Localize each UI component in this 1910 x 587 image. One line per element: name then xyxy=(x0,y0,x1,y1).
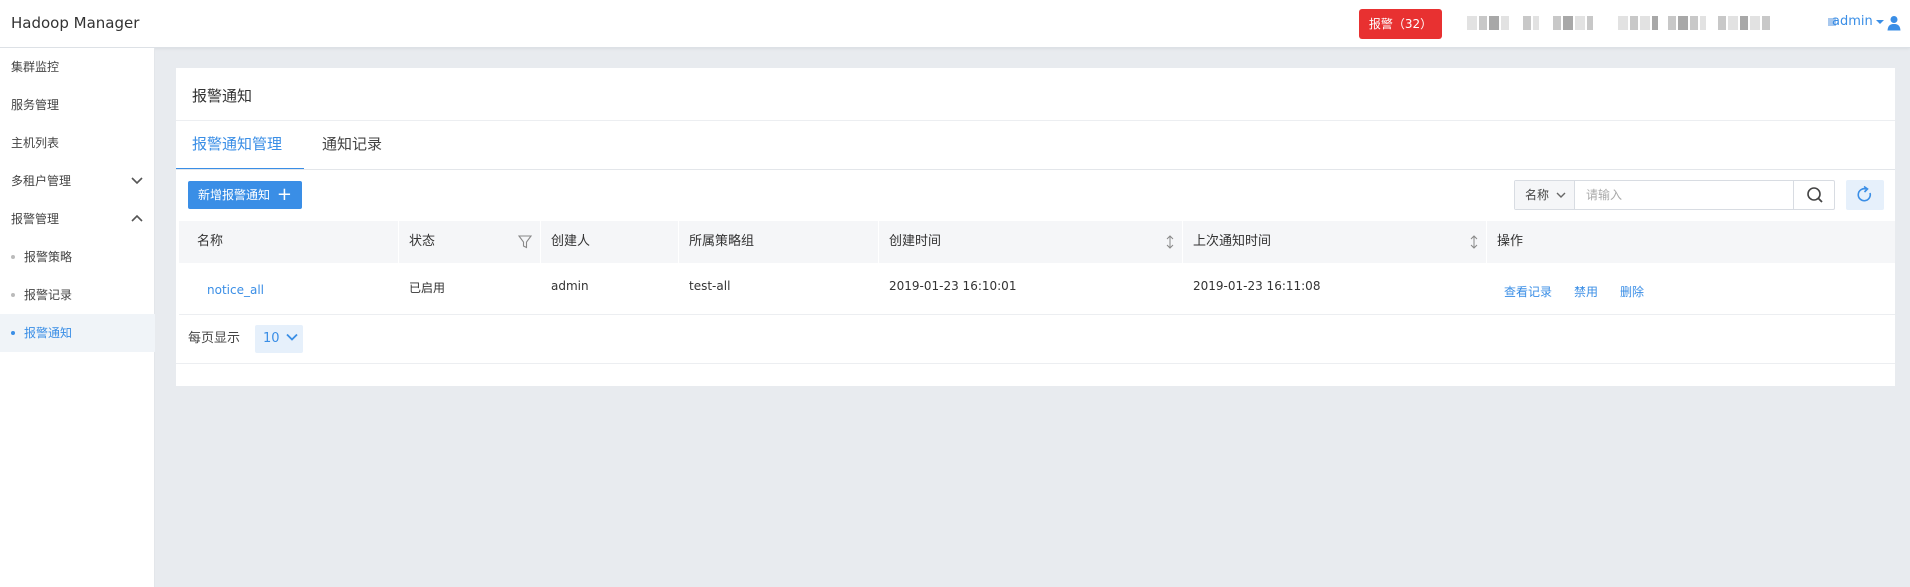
column-header-name: 名称 xyxy=(179,221,399,263)
sidebar-item-label: 服务管理 xyxy=(11,98,60,112)
search-button[interactable] xyxy=(1793,180,1835,210)
per-page-value: 10 xyxy=(263,331,280,346)
creator-text: admin xyxy=(551,279,589,293)
tab-notification-records[interactable]: 通知记录 xyxy=(322,133,382,172)
sidebar-item-label: 报警记录 xyxy=(24,288,73,302)
sidebar-item-label: 主机列表 xyxy=(11,136,60,150)
add-notification-button[interactable]: 新增报警通知 + xyxy=(188,181,302,209)
column-header-last-notified[interactable]: 上次通知时间 xyxy=(1183,221,1487,263)
sidebar-item-alarm-management[interactable]: 报警管理 xyxy=(0,200,155,238)
search-bar: 名称 xyxy=(1514,180,1835,210)
delete-link[interactable]: 删除 xyxy=(1620,283,1644,300)
search-field-select[interactable]: 名称 xyxy=(1515,181,1575,209)
disable-link[interactable]: 禁用 xyxy=(1574,283,1598,300)
notification-name-link[interactable]: notice_all xyxy=(207,283,264,297)
search-input[interactable] xyxy=(1576,181,1794,209)
sidebar-item-label: 多租户管理 xyxy=(11,174,72,188)
table-header: 名称 状态 创建人 所属策略组 创建时间 上次通知时间 操作 xyxy=(179,221,1895,263)
redacted-info-2 xyxy=(1618,15,1770,31)
user-name: admin xyxy=(1832,14,1873,29)
caret-down-icon xyxy=(1875,19,1884,24)
column-header-actions: 操作 xyxy=(1497,234,1524,249)
refresh-icon xyxy=(1857,185,1872,202)
sort-icon[interactable] xyxy=(1470,235,1478,249)
main-panel: 报警通知 报警通知管理 通知记录 新增报警通知 + 名称 名称 状态 创建人 所… xyxy=(176,68,1895,386)
column-header-creator: 创建人 xyxy=(541,221,679,263)
user-menu[interactable]: admin xyxy=(1828,14,1885,29)
sidebar-item-label: 集群监控 xyxy=(11,60,60,74)
chevron-down-icon xyxy=(131,177,143,185)
search-icon xyxy=(1807,187,1823,203)
sidebar-item-label: 报警通知 xyxy=(24,326,73,340)
per-page-label: 每页显示 xyxy=(188,331,241,346)
top-header: Hadoop Manager 报警（32） admin xyxy=(0,0,1910,48)
sidebar-item-alarm-records[interactable]: 报警记录 xyxy=(0,276,155,314)
sidebar-item-tenant-management[interactable]: 多租户管理 xyxy=(0,162,155,200)
column-header-status: 状态 xyxy=(399,221,541,263)
sort-icon[interactable] xyxy=(1166,235,1174,249)
sidebar-item-alarm-policy[interactable]: 报警策略 xyxy=(0,238,155,276)
bullet-icon xyxy=(11,293,15,297)
divider xyxy=(176,363,1895,364)
chevron-up-icon xyxy=(131,214,143,222)
per-page-select[interactable]: 10 xyxy=(255,325,303,353)
plus-icon: + xyxy=(276,184,292,205)
policy-group-text: test-all xyxy=(689,279,731,293)
column-header-created-time[interactable]: 创建时间 xyxy=(879,221,1183,263)
bullet-icon xyxy=(11,255,15,259)
app-title: Hadoop Manager xyxy=(11,14,140,32)
view-records-link[interactable]: 查看记录 xyxy=(1504,283,1552,300)
user-icon[interactable] xyxy=(1887,15,1901,31)
created-time-text: 2019-01-23 16:10:01 xyxy=(889,279,1017,293)
search-field-label: 名称 xyxy=(1525,188,1550,202)
bullet-icon xyxy=(11,331,15,335)
sidebar-item-service-management[interactable]: 服务管理 xyxy=(0,86,155,124)
alarm-count-button[interactable]: 报警（32） xyxy=(1359,9,1442,39)
last-notified-text: 2019-01-23 16:11:08 xyxy=(1193,279,1321,293)
sidebar-item-alarm-notification[interactable]: 报警通知 xyxy=(0,314,155,352)
add-notification-label: 新增报警通知 xyxy=(198,188,271,202)
page-title: 报警通知 xyxy=(192,87,253,105)
sidebar-item-label: 报警管理 xyxy=(11,212,60,226)
column-header-policy-group: 所属策略组 xyxy=(679,221,879,263)
sidebar-item-cluster-monitor[interactable]: 集群监控 xyxy=(0,48,155,86)
tab-notification-management[interactable]: 报警通知管理 xyxy=(192,133,282,172)
table-row: notice_all 已启用 admin test-all 2019-01-23… xyxy=(179,263,1895,315)
chevron-down-icon xyxy=(1556,192,1566,198)
sidebar-item-host-list[interactable]: 主机列表 xyxy=(0,124,155,162)
status-text: 已启用 xyxy=(409,281,446,295)
chevron-down-icon xyxy=(286,333,298,341)
refresh-button[interactable] xyxy=(1846,180,1884,210)
sidebar: 集群监控 服务管理 主机列表 多租户管理 报警管理 报警策略 报警记录 报警通知 xyxy=(0,48,155,587)
filter-icon[interactable] xyxy=(518,235,532,249)
divider xyxy=(176,120,1895,121)
sidebar-item-label: 报警策略 xyxy=(24,250,73,264)
tabs-divider xyxy=(176,169,1895,170)
redacted-info xyxy=(1467,15,1593,31)
